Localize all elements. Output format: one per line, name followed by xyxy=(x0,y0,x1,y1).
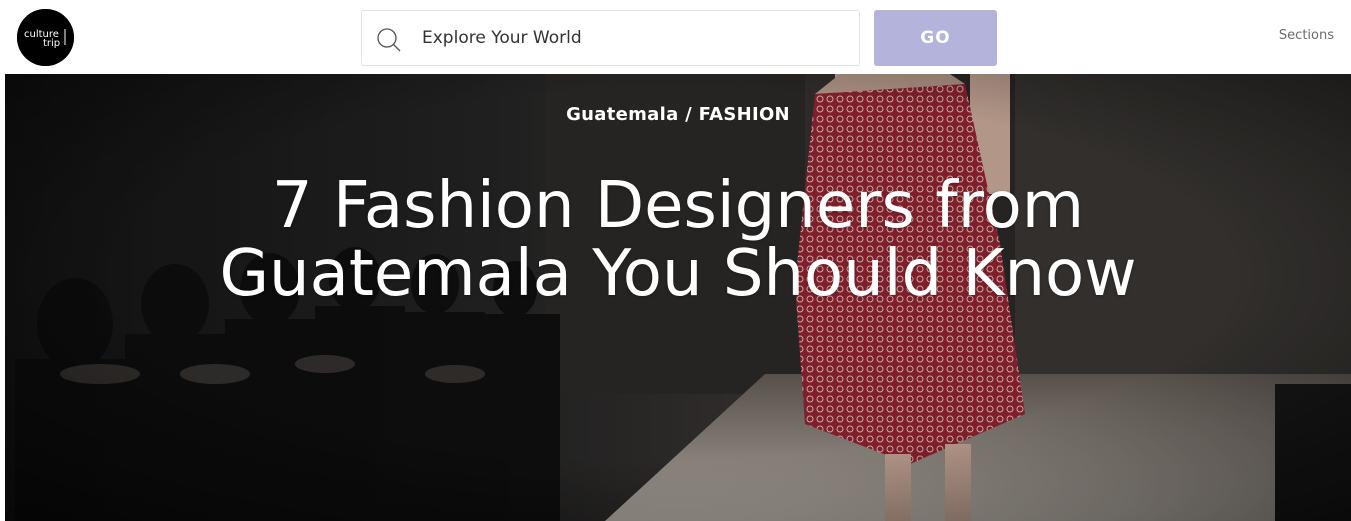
breadcrumb-country-link[interactable]: Guatemala xyxy=(566,104,678,125)
breadcrumb-category-link[interactable]: FASHION xyxy=(699,104,790,125)
search-box[interactable] xyxy=(361,10,860,66)
logo-mark: culture trip xyxy=(17,9,74,66)
breadcrumb-separator: / xyxy=(678,104,699,125)
sections-menu-link[interactable]: Sections xyxy=(1279,28,1334,43)
go-button[interactable]: GO xyxy=(874,10,997,66)
breadcrumb: Guatemala / FASHION xyxy=(5,104,1351,125)
search-input[interactable] xyxy=(422,12,852,64)
top-navigation-bar: culture trip GO Sections xyxy=(0,0,1351,74)
search-icon xyxy=(377,28,401,52)
logo-text-trip: trip xyxy=(43,38,60,49)
hero-banner: Guatemala / FASHION 7 Fashion Designers … xyxy=(5,74,1351,521)
culture-trip-logo[interactable]: culture trip xyxy=(17,9,74,66)
article-headline: 7 Fashion Designers from Guatemala You S… xyxy=(219,169,1137,311)
